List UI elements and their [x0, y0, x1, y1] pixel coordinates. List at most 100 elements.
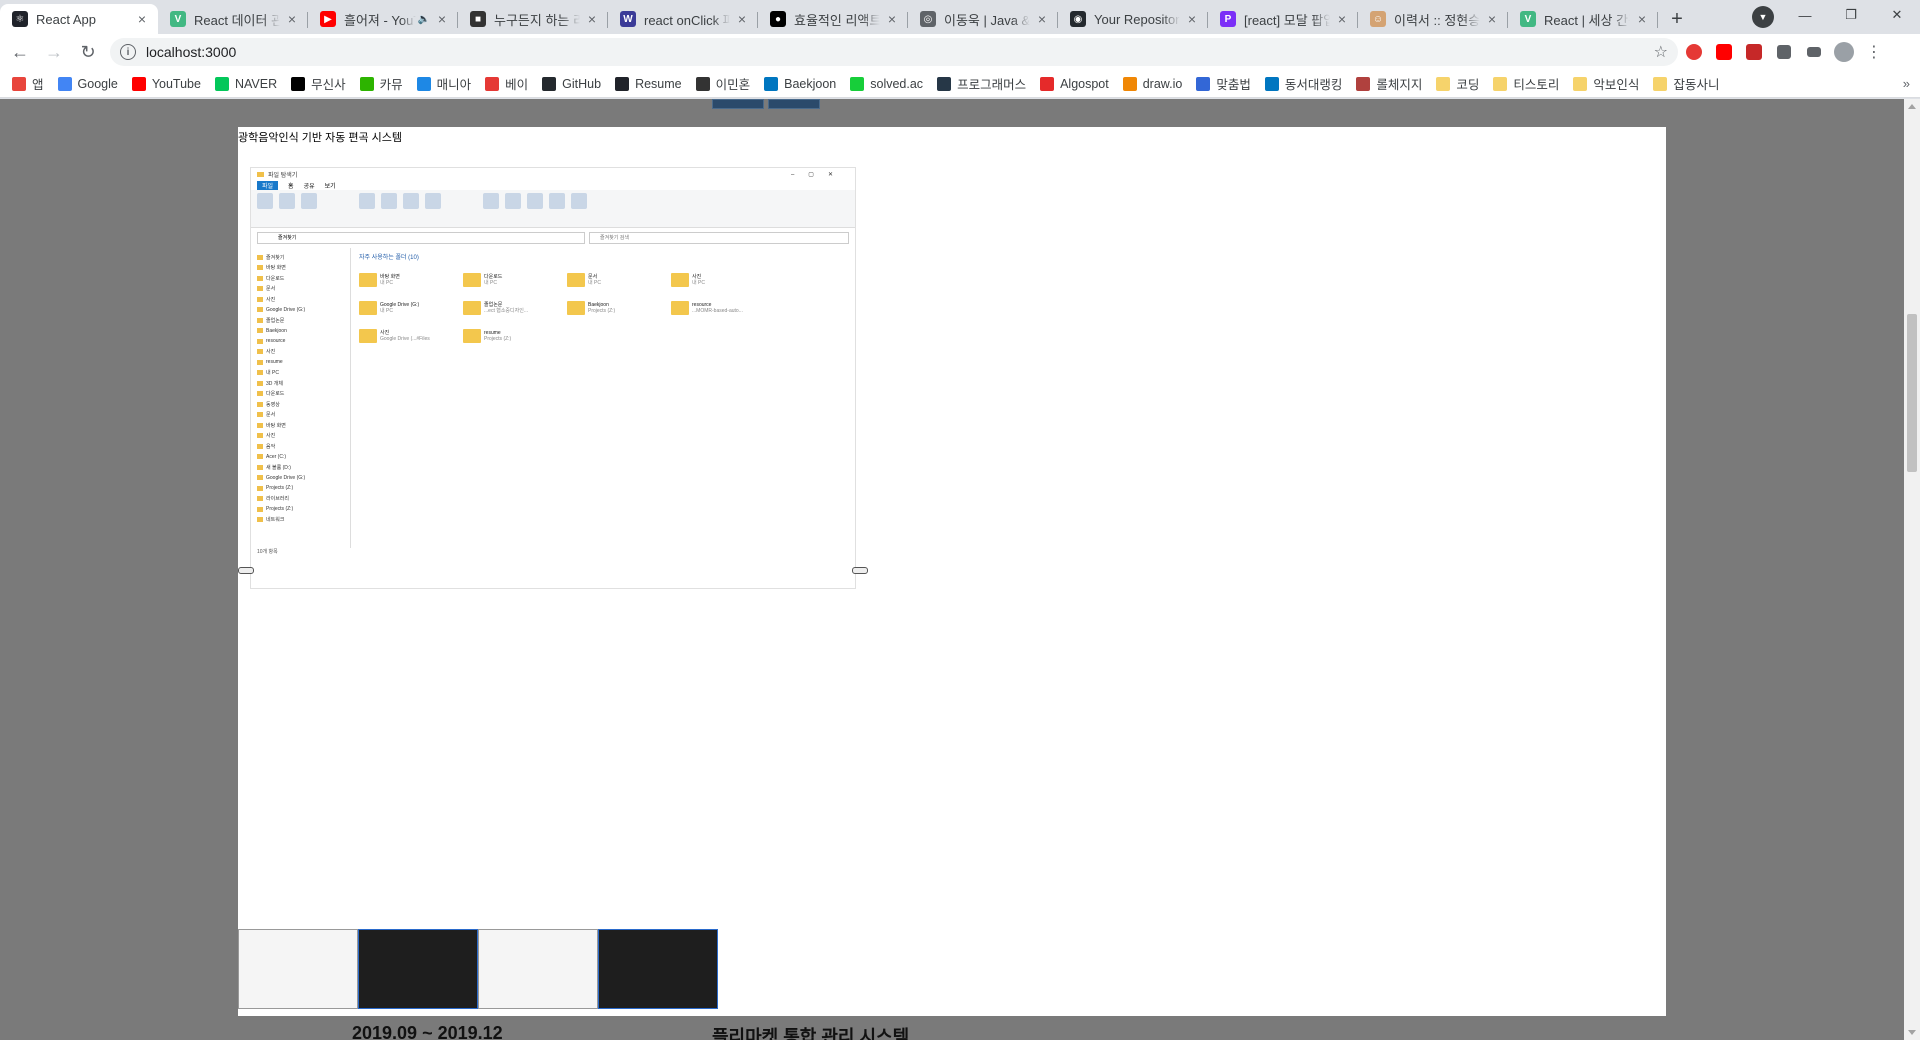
browser-tab[interactable]: V React 데이터 관리×	[158, 4, 308, 34]
bookmark-icon	[1264, 76, 1279, 91]
reload-button[interactable]: ↻	[74, 38, 102, 66]
tab-close-icon[interactable]: ×	[1334, 11, 1350, 27]
browser-tab[interactable]: ■ 누구든지 하는 리액트×	[458, 4, 608, 34]
project-name: 플리마켓 통합 관리 시스템	[712, 1027, 910, 1040]
url-text[interactable]: localhost:3000	[146, 44, 1654, 60]
explorer-search-box: 즐겨찾기 검색	[589, 232, 849, 244]
nav-item-label: 사진	[266, 349, 276, 356]
bookmark-item[interactable]: YouTube	[131, 76, 201, 91]
bookmark-label: 롤체지지	[1376, 78, 1423, 92]
nav-item-label: resource	[266, 338, 286, 345]
tab-close-icon[interactable]: ×	[134, 11, 150, 27]
bookmark-item[interactable]: 이민혼	[695, 74, 750, 93]
explorer-ribbon-tab: 파일	[257, 180, 279, 190]
bookmark-item[interactable]: 악보인식	[1573, 74, 1639, 93]
tab-close-icon[interactable]: ×	[734, 11, 750, 27]
bookmark-star-icon[interactable]: ☆	[1654, 42, 1668, 62]
bookmark-item[interactable]: solved.ac	[850, 76, 923, 91]
bookmark-item[interactable]: 동서대랭킹	[1264, 74, 1342, 93]
browser-tab[interactable]: ● 효율적인 리액트 ×	[758, 4, 908, 34]
bookmark-item[interactable]: NAVER	[214, 76, 277, 91]
menu-kebab-icon[interactable]: ⋮	[1860, 38, 1888, 66]
bookmark-item[interactable]: 카뮤	[359, 74, 403, 93]
scroll-down-arrow[interactable]	[1908, 1030, 1916, 1035]
partial-button[interactable]	[768, 99, 820, 109]
tab-close-icon[interactable]: ×	[1634, 11, 1650, 27]
back-button[interactable]: ←	[6, 38, 34, 66]
adblock-extension-icon[interactable]	[1680, 38, 1708, 66]
bookmark-item[interactable]: 티스토리	[1493, 74, 1559, 93]
red-extension-icon[interactable]	[1740, 38, 1768, 66]
extensions-puzzle-icon[interactable]	[1770, 38, 1798, 66]
tab-close-icon[interactable]: ×	[584, 11, 600, 27]
browser-tab[interactable]: ◎ 이동욱 | Java & Spring×	[908, 4, 1058, 34]
bookmark-icon	[1573, 76, 1588, 91]
browser-tab[interactable]: P [react] 모달 팝업 ×	[1208, 4, 1358, 34]
explorer-nav-item: 내 PC	[257, 368, 344, 379]
scroll-up-arrow[interactable]	[1908, 104, 1916, 109]
tab-search-button[interactable]: ▼	[1752, 6, 1774, 28]
folder-icon	[359, 273, 377, 287]
tab-close-icon[interactable]: ×	[1034, 11, 1050, 27]
slide-next-button[interactable]	[852, 567, 868, 574]
explorer-nav-item: resource	[257, 336, 344, 347]
explorer-folder: 다운로드 내 PC	[463, 269, 563, 291]
nav-item-label: 사진	[266, 433, 276, 440]
nav-item-label: 졸업논문	[266, 317, 285, 324]
profile-avatar-icon[interactable]	[1830, 38, 1858, 66]
site-info-icon[interactable]: i	[120, 44, 136, 60]
partial-button[interactable]	[712, 99, 764, 109]
screenshot-thumbnail[interactable]	[238, 929, 358, 1009]
browser-tab[interactable]: ▶ 흘어져 - YouTube🔈 ×	[308, 4, 458, 34]
explorer-body: 즐겨찾기 바탕 화면 다운로드 문서 사진 Google Drive (G:) 졸업논문 Ba…	[251, 248, 855, 548]
tab-close-icon[interactable]: ×	[1484, 11, 1500, 27]
bookmark-item[interactable]: 앱	[12, 74, 44, 93]
bookmark-item[interactable]: GitHub	[542, 76, 601, 91]
forward-button[interactable]: →	[40, 38, 68, 66]
minimize-button[interactable]: —	[1782, 0, 1828, 30]
bookmark-item[interactable]: Baekjoon	[764, 76, 836, 91]
bookmark-item[interactable]: 맞춤법	[1196, 74, 1251, 93]
bookmark-item[interactable]: 코딩	[1436, 74, 1479, 93]
bookmark-item[interactable]: 무신사	[291, 74, 346, 93]
folder-label: 사진 Google Drive (...#Files	[380, 330, 430, 342]
tab-close-icon[interactable]: ×	[884, 11, 900, 27]
browser-tab[interactable]: V React | 세상 간편한×	[1508, 4, 1658, 34]
close-window-button[interactable]: ✕	[1874, 0, 1920, 30]
bookmark-item[interactable]: Google	[57, 76, 118, 91]
tab-favicon-icon: ⚛	[12, 11, 28, 27]
browser-tab[interactable]: Wreact onClick 파라미터×	[608, 4, 758, 34]
address-bar[interactable]: i localhost:3000 ☆	[110, 38, 1678, 66]
tab-close-icon[interactable]: ×	[434, 11, 450, 27]
explorer-nav-item: 다운로드	[257, 273, 344, 284]
bookmarks-overflow-button[interactable]: »	[1903, 76, 1910, 91]
bookmark-item[interactable]: 매니아	[416, 74, 471, 93]
restore-button[interactable]: ❐	[1828, 0, 1874, 30]
bookmark-item[interactable]: draw.io	[1122, 76, 1182, 91]
explorer-nav-item: 3D 개체	[257, 378, 344, 389]
bookmark-icon	[615, 76, 630, 91]
screenshot-thumbnail[interactable]	[478, 929, 598, 1009]
tab-audio-icon[interactable]: 🔈	[418, 14, 430, 25]
slide-prev-button[interactable]	[238, 567, 254, 574]
tab-close-icon[interactable]: ×	[1184, 11, 1200, 27]
bookmark-item[interactable]: 프로그래머스	[937, 74, 1026, 93]
tab-favicon-icon: ◎	[920, 11, 936, 27]
bookmark-item[interactable]: 롤체지지	[1356, 74, 1422, 93]
browser-tab[interactable]: ⚛ React App ×	[0, 4, 158, 34]
bookmark-item[interactable]: Resume	[615, 76, 682, 91]
browser-tab[interactable]: ☺ 이력서 :: 정현승 ×	[1358, 4, 1508, 34]
bookmark-item[interactable]: 베이	[485, 74, 528, 93]
bookmark-item[interactable]: Algospot	[1040, 76, 1109, 91]
bookmark-item[interactable]: 잡동사니	[1653, 74, 1719, 93]
scrollbar-thumb[interactable]	[1907, 314, 1917, 472]
media-control-icon[interactable]	[1800, 38, 1828, 66]
tab-close-icon[interactable]: ×	[284, 11, 300, 27]
top-partial-buttons	[712, 99, 820, 109]
new-tab-button[interactable]: +	[1662, 4, 1692, 34]
browser-tab[interactable]: ◉ Your Repositories×	[1058, 4, 1208, 34]
youtube-extension-icon[interactable]	[1710, 38, 1738, 66]
page-scrollbar[interactable]	[1904, 99, 1920, 1040]
screenshot-thumbnail[interactable]	[358, 929, 478, 1009]
screenshot-thumbnail[interactable]	[598, 929, 718, 1009]
